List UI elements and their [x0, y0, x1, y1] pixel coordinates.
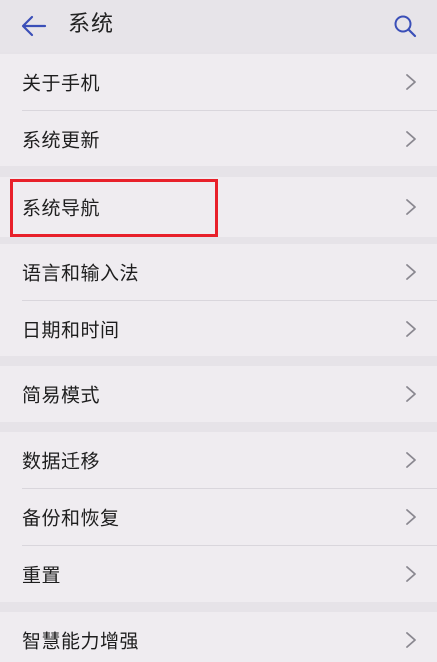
chevron-right-icon: [406, 264, 416, 280]
chevron-right-icon: [406, 131, 416, 147]
settings-item-label: 系统更新: [22, 129, 101, 152]
settings-item-label: 日期和时间: [22, 319, 120, 342]
top-app-bar: 系统: [0, 0, 437, 52]
settings-group-simple-mode: 简易模式: [0, 366, 437, 422]
settings-item-label: 语言和输入法: [22, 262, 140, 285]
settings-item-backup-restore[interactable]: 备份和恢复: [0, 489, 437, 545]
settings-item-data-migration[interactable]: 数据迁移: [0, 432, 437, 488]
settings-item-label: 简易模式: [22, 384, 101, 407]
settings-item-system-update[interactable]: 系统更新: [0, 111, 437, 167]
search-button[interactable]: [387, 8, 423, 44]
settings-item-about-phone[interactable]: 关于手机: [0, 54, 437, 110]
highlight-annotation-box: [10, 179, 218, 237]
search-icon: [394, 15, 417, 38]
settings-item-label: 智慧能力增强: [22, 630, 140, 653]
settings-item-label: 重置: [22, 564, 62, 587]
chevron-right-icon: [406, 509, 416, 525]
settings-item-label: 关于手机: [22, 72, 101, 95]
settings-item-label: 备份和恢复: [22, 507, 120, 530]
settings-item-smart-enhancement[interactable]: 智慧能力增强: [0, 612, 437, 662]
chevron-right-icon: [406, 632, 416, 648]
chevron-right-icon: [406, 321, 416, 337]
chevron-right-icon: [406, 74, 416, 90]
settings-group-device: 关于手机 系统更新: [0, 54, 437, 166]
settings-group-language-time: 语言和输入法 日期和时间: [0, 244, 437, 356]
settings-item-label: 数据迁移: [22, 450, 101, 473]
chevron-right-icon: [406, 199, 416, 215]
settings-group-smart-enhance: 智慧能力增强: [0, 612, 437, 662]
chevron-right-icon: [406, 452, 416, 468]
settings-item-simple-mode[interactable]: 简易模式: [0, 366, 437, 422]
back-button[interactable]: [16, 8, 52, 44]
arrow-left-icon: [21, 15, 47, 37]
settings-system-screen: 系统 关于手机 系统更新 系统导航 语言和输入法 日期和时间 简易模式 数据迁移…: [0, 0, 437, 662]
settings-group-data: 数据迁移 备份和恢复 重置: [0, 432, 437, 602]
settings-item-reset[interactable]: 重置: [0, 546, 437, 602]
chevron-right-icon: [406, 566, 416, 582]
page-title: 系统: [68, 12, 115, 37]
chevron-right-icon: [406, 386, 416, 402]
settings-item-language-input[interactable]: 语言和输入法: [0, 244, 437, 300]
settings-item-date-time[interactable]: 日期和时间: [0, 301, 437, 357]
